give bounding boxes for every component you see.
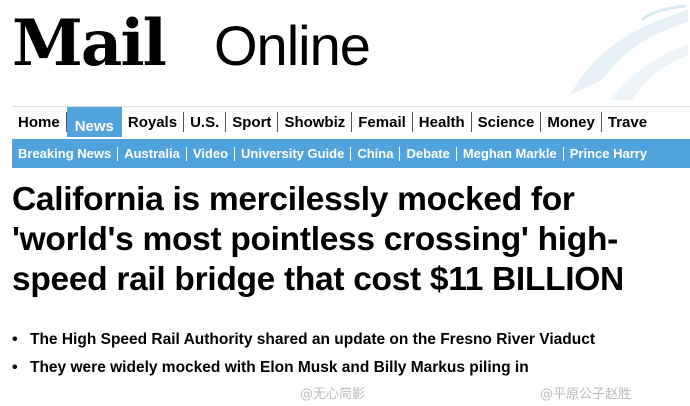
subnav-item-prince-harry[interactable]: Prince Harry [564, 146, 653, 161]
summary-bullet: • They were widely mocked with Elon Musk… [12, 354, 682, 382]
bullet-dot-icon: • [12, 359, 18, 376]
nav-item-health[interactable]: Health [413, 112, 472, 132]
summary-bullet-text: The High Speed Rail Authority shared an … [30, 331, 595, 348]
nav-item-royals[interactable]: Royals [122, 112, 185, 132]
logo-mail[interactable]: Mail [12, 4, 167, 84]
logo-online[interactable]: Online [214, 14, 371, 78]
masthead: Mail Online [0, 0, 690, 102]
subnav-item-university-guide[interactable]: University Guide [235, 146, 352, 161]
nav-item-home[interactable]: Home [12, 112, 67, 132]
article-headline[interactable]: California is mercilessly mocked for 'wo… [12, 180, 682, 300]
nav-item-femail[interactable]: Femail [352, 112, 413, 132]
subnav-item-debate[interactable]: Debate [400, 146, 457, 161]
bullet-dot-icon: • [12, 331, 18, 348]
watermark-left: @无心简影 [300, 387, 366, 402]
nav-item-money[interactable]: Money [541, 112, 602, 132]
summary-bullet-text: They were widely mocked with Elon Musk a… [30, 359, 529, 376]
subnav-item-meghan-markle[interactable]: Meghan Markle [457, 146, 564, 161]
nav-item-u-s[interactable]: U.S. [184, 112, 227, 132]
subnav-item-australia[interactable]: Australia [118, 146, 187, 161]
nav-item-science[interactable]: Science [472, 112, 542, 132]
article-summary-list: • The High Speed Rail Authority shared a… [12, 326, 682, 382]
nav-item-trave[interactable]: Trave [602, 112, 653, 132]
nav-item-sport[interactable]: Sport [226, 112, 279, 132]
summary-bullet: • The High Speed Rail Authority shared a… [12, 326, 682, 354]
subnav-item-video[interactable]: Video [187, 146, 236, 161]
nav-item-news[interactable]: News [66, 107, 122, 137]
watermark-right: @平原公子赵胜 [540, 387, 632, 402]
subnav-item-china[interactable]: China [351, 146, 401, 161]
subnav-item-breaking-news[interactable]: Breaking News [12, 146, 119, 161]
nav-item-showbiz[interactable]: Showbiz [278, 112, 353, 132]
sub-nav: Breaking News Australia Video University Gu… [12, 139, 690, 168]
logo-wing-decoration [570, 4, 688, 100]
main-nav: Home News Royals U.S. Sport Showbiz Femail Heal… [12, 106, 690, 137]
